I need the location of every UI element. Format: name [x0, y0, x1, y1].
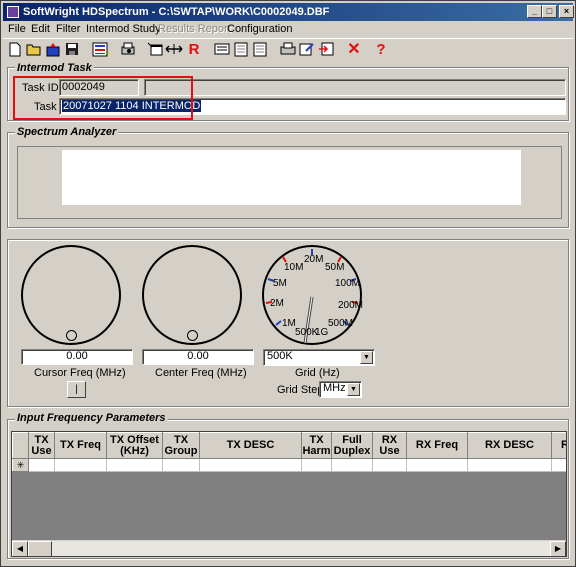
help-icon[interactable]: ?	[372, 40, 390, 58]
menu-intermod-study[interactable]: Intermod Study	[86, 22, 161, 36]
open-icon[interactable]	[25, 40, 43, 58]
page-icon[interactable]	[232, 40, 250, 58]
grid-label: Grid (Hz)	[295, 367, 340, 379]
print-preview-icon[interactable]	[119, 40, 137, 58]
grid-step-select[interactable]: MHz ▼	[319, 381, 362, 398]
cell[interactable]	[54, 458, 107, 472]
grid-dial[interactable]: 20M 50M 10M 100M 5M 200M 2M 500M 1M 500K…	[262, 245, 364, 345]
grid-label-1g: 1G	[315, 327, 329, 338]
arrows-icon[interactable]	[165, 40, 183, 58]
col-rx-desc[interactable]: RX DESC	[467, 432, 552, 459]
table-row[interactable]: ✳	[12, 458, 566, 472]
col-tx-offset[interactable]: TX Offset (KHz)	[106, 432, 163, 459]
cell[interactable]	[551, 458, 566, 472]
cell[interactable]	[372, 458, 407, 472]
center-freq-label: Center Freq (MHz)	[155, 367, 247, 379]
close-button[interactable]: ×	[559, 5, 574, 18]
new-icon[interactable]	[6, 40, 24, 58]
grid-label-20m: 20M	[304, 254, 324, 265]
cell[interactable]	[467, 458, 552, 472]
center-freq-dial[interactable]	[142, 245, 242, 345]
grid-label-1m: 1M	[282, 318, 296, 329]
maximize-button[interactable]: □	[542, 5, 557, 18]
cursor-dial-knob[interactable]	[66, 330, 77, 341]
title-bar[interactable]: SoftWright HDSpectrum - C:\SWTAP\WORK\C0…	[3, 3, 574, 21]
import-icon[interactable]	[317, 40, 335, 58]
menu-filter[interactable]: Filter	[56, 22, 80, 36]
grid-label-500m: 500M	[328, 318, 354, 329]
frequency-grid[interactable]: TX Use TX Freq TX Offset (KHz) TX Group …	[11, 431, 567, 557]
cell[interactable]	[301, 458, 332, 472]
grid-label-100m: 100M	[335, 278, 361, 289]
menu-configuration[interactable]: Configuration	[227, 22, 292, 36]
minimize-button[interactable]: _	[527, 5, 542, 18]
col-tx-use[interactable]: TX Use	[28, 432, 55, 459]
col-tx-desc[interactable]: TX DESC	[199, 432, 302, 459]
cell[interactable]	[199, 458, 302, 472]
scroll-thumb[interactable]	[28, 541, 52, 556]
col-full-duplex[interactable]: Full Duplex	[331, 432, 373, 459]
grid-label-50m: 50M	[325, 262, 345, 273]
col-tx-harm[interactable]: TX Harm	[301, 432, 332, 459]
scroll-left-icon[interactable]: ◀	[12, 541, 28, 556]
input-frequency-legend: Input Frequency Parameters	[15, 412, 168, 424]
grid-label-10m: 10M	[284, 262, 304, 273]
export-icon[interactable]	[44, 40, 62, 58]
grid-step-arrow-icon[interactable]: ▼	[347, 383, 360, 396]
edit-icon[interactable]	[298, 40, 316, 58]
horizontal-scrollbar[interactable]: ◀ ▶	[12, 540, 566, 556]
menu-edit[interactable]: Edit	[31, 22, 50, 36]
table-header-row: TX Use TX Freq TX Offset (KHz) TX Group …	[12, 432, 566, 459]
scroll-right-icon[interactable]: ▶	[550, 541, 566, 556]
cursor-button[interactable]: |	[67, 381, 86, 398]
cursor-freq-field[interactable]: 0.00	[21, 349, 133, 365]
grid-step-label: Grid Step	[277, 384, 324, 396]
col-selector	[12, 432, 29, 459]
spectrum-analyzer-legend: Spectrum Analyzer	[15, 126, 119, 138]
grid-label-5m: 5M	[273, 278, 287, 289]
page2-icon[interactable]	[251, 40, 269, 58]
col-tx-group[interactable]: TX Group	[162, 432, 200, 459]
menu-file[interactable]: File	[8, 22, 26, 36]
menu-bar: File Edit Filter Intermod Study Results …	[3, 21, 573, 38]
grid-step-value: MHz	[323, 382, 346, 394]
intermod-task-legend: Intermod Task	[15, 62, 94, 74]
task-id-extra-field	[144, 79, 566, 96]
window-title: SoftWright HDSpectrum - C:\SWTAP\WORK\C0…	[23, 6, 330, 18]
frequency-table: TX Use TX Freq TX Offset (KHz) TX Group …	[12, 432, 566, 472]
window-icon[interactable]	[146, 40, 164, 58]
cell[interactable]	[406, 458, 468, 472]
highlight-box	[13, 76, 193, 120]
report-icon[interactable]	[213, 40, 231, 58]
printer-icon[interactable]	[279, 40, 297, 58]
center-freq-field[interactable]: 0.00	[142, 349, 254, 365]
grid-select[interactable]: 500K ▼	[263, 349, 375, 366]
main-window: SoftWright HDSpectrum - C:\SWTAP\WORK\C0…	[0, 0, 576, 567]
col-rx-freq[interactable]: RX Freq	[406, 432, 468, 459]
col-tx-freq[interactable]: TX Freq	[54, 432, 107, 459]
cell[interactable]	[106, 458, 163, 472]
cursor-freq-label: Cursor Freq (MHz)	[34, 367, 126, 379]
grid-label-2m: 2M	[270, 298, 284, 309]
center-dial-knob[interactable]	[187, 330, 198, 341]
new-row-marker-icon: ✳	[12, 458, 29, 472]
list-icon[interactable]	[91, 40, 109, 58]
cell[interactable]	[162, 458, 200, 472]
grid-select-value: 500K	[267, 350, 293, 362]
delete-icon[interactable]: ✕	[345, 40, 363, 58]
cell[interactable]	[331, 458, 373, 472]
grid-label-200m: 200M	[338, 300, 364, 311]
grid-select-arrow-icon[interactable]: ▼	[360, 351, 373, 364]
menu-results-report[interactable]: Results Report	[158, 22, 231, 36]
col-rx-use[interactable]: RX Use	[372, 432, 407, 459]
cell[interactable]	[28, 458, 55, 472]
toolbar: R ✕ ?	[3, 38, 573, 58]
cursor-freq-dial[interactable]	[21, 245, 121, 345]
save-icon[interactable]	[63, 40, 81, 58]
app-icon	[7, 6, 19, 18]
spectrum-display[interactable]	[62, 150, 521, 205]
col-r[interactable]: R	[551, 432, 566, 459]
r-icon[interactable]: R	[185, 40, 203, 58]
